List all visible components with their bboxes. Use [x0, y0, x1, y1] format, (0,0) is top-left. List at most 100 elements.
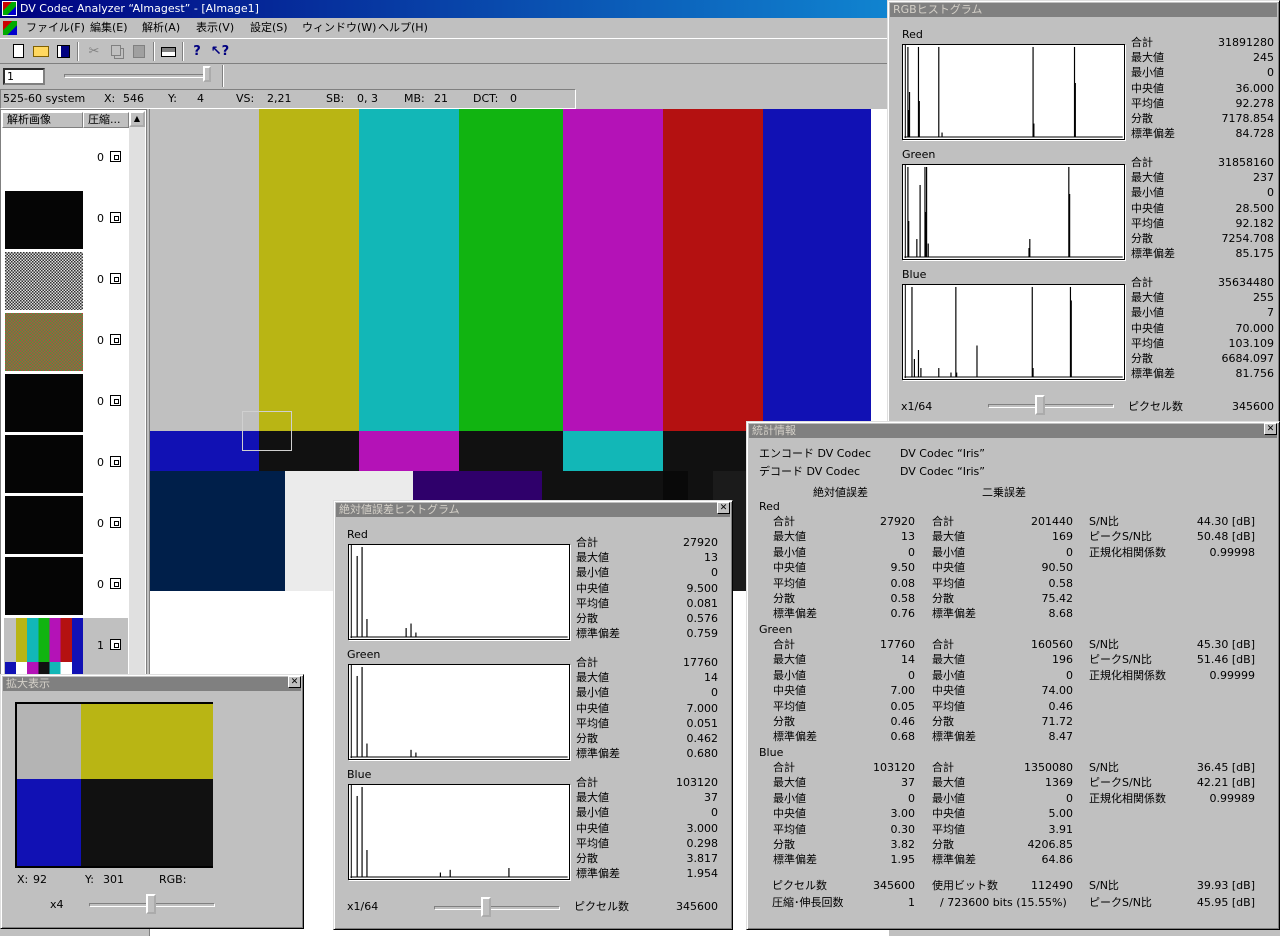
abs-stat-label: 標準偏差: [773, 607, 817, 621]
zoom-window-title: 拡大表示: [3, 677, 301, 691]
compression-count: 0: [97, 517, 104, 530]
zoom-close-icon[interactable]: ✕: [288, 676, 301, 688]
rgb_hist-stat-value: 36.000: [1235, 81, 1275, 95]
abs-error-close-icon[interactable]: ✕: [717, 502, 730, 514]
abs_hist-stat-value: 7.000: [686, 701, 719, 715]
context-help-icon[interactable]: ↖?: [210, 42, 230, 61]
rgb_hist-stat-label: 中央値: [1131, 201, 1164, 215]
scroll-up-icon[interactable]: ▲: [129, 111, 145, 127]
print-icon[interactable]: [158, 42, 178, 61]
row-checkbox-icon[interactable]: [110, 273, 121, 284]
menu-file[interactable]: ファイル(F): [26, 20, 85, 36]
abs_hist-stat-label: 平均値: [576, 716, 609, 730]
sq-stat-value: 0: [1066, 791, 1073, 805]
statistics-title: 統計情報: [749, 424, 1277, 438]
row-checkbox-icon[interactable]: [110, 151, 121, 162]
abs_hist-channel-name: Blue: [347, 768, 372, 781]
abs-stat-value: 0.46: [890, 715, 916, 728]
toolbar: ✂ ? ↖?: [0, 38, 888, 64]
menu-view[interactable]: 表示(V): [196, 20, 234, 36]
row-checkbox-icon[interactable]: [110, 395, 121, 406]
snr-label: S/N比: [1089, 638, 1119, 651]
menu-edit[interactable]: 編集(E): [90, 20, 128, 36]
stats-channel-name: Green: [759, 623, 793, 636]
list-item[interactable]: 1: [4, 618, 128, 674]
document-menu-icon[interactable]: [3, 21, 17, 35]
row-checkbox-icon[interactable]: [110, 639, 121, 650]
frame-slider-thumb[interactable]: [203, 66, 211, 82]
sq-stat-value: 71.72: [1041, 715, 1074, 728]
statistics-close-icon[interactable]: ✕: [1264, 423, 1277, 435]
new-file-icon[interactable]: [8, 42, 28, 61]
abs_hist-stat-label: 分散: [576, 612, 598, 625]
zoom-selection-box[interactable]: [242, 411, 292, 451]
rgb_hist-histogram-plot: [902, 164, 1125, 260]
row-checkbox-icon[interactable]: [110, 517, 121, 528]
footer-compression-label: 圧縮･伸長回数: [772, 896, 844, 909]
list-item[interactable]: 0: [4, 374, 128, 435]
abs-error-histogram-title: 絶対値誤差ヒストグラム: [336, 503, 730, 517]
cursor-status-bar: 525-60 system X: 546 Y: 4 VS: 2,21 SB: 0…: [0, 89, 576, 109]
abs-pixel-label: ピクセル数: [574, 900, 629, 913]
list-item[interactable]: 0: [4, 191, 128, 252]
rgb_hist-stat-value: 92.278: [1235, 96, 1275, 110]
row-checkbox-icon[interactable]: [110, 456, 121, 467]
abs_hist-stat-label: 中央値: [576, 581, 609, 595]
abs-scale-slider-track[interactable]: [434, 906, 560, 910]
toolbar-separator: [222, 65, 224, 87]
abs-stat-value: 0: [908, 545, 915, 559]
cut-icon[interactable]: ✂: [84, 42, 104, 61]
abs_hist-histogram-plot: [348, 544, 570, 640]
rgb-scale-slider-track[interactable]: [988, 404, 1114, 408]
sq-stat-label: 中央値: [932, 684, 965, 698]
list-item[interactable]: 0: [4, 435, 128, 496]
abs-scale-label: x1/64: [347, 900, 379, 913]
sq-stat-label: 分散: [932, 592, 954, 605]
help-icon[interactable]: ?: [187, 42, 207, 61]
list-header-image[interactable]: 解析画像: [2, 112, 83, 128]
list-item[interactable]: 0: [4, 130, 128, 191]
menu-window[interactable]: ウィンドウ(W): [302, 20, 376, 36]
sq-stat-label: 標準偏差: [932, 730, 976, 744]
snr-label: S/N比: [1089, 515, 1119, 528]
open-folder-icon[interactable]: [31, 42, 51, 61]
row-checkbox-icon[interactable]: [110, 212, 121, 223]
abs-stat-label: 平均値: [773, 699, 806, 713]
sq-stat-label: 中央値: [932, 807, 965, 821]
list-header-compression[interactable]: 圧縮...: [83, 112, 129, 128]
footer-psnr-value: 45.95 [dB]: [1196, 896, 1255, 909]
sq-stat-label: 標準偏差: [932, 853, 976, 867]
sq-stat-value: 1369: [1045, 776, 1073, 790]
image-thumbnail: [5, 252, 83, 310]
menu-help[interactable]: ヘルプ(H): [378, 20, 428, 36]
paste-icon[interactable]: [129, 42, 149, 61]
row-checkbox-icon[interactable]: [110, 578, 121, 589]
rgb_hist-channel-name: Red: [902, 28, 923, 41]
list-item[interactable]: 0: [4, 557, 128, 618]
list-scrollbar[interactable]: [129, 111, 145, 674]
list-item[interactable]: 0: [4, 313, 128, 374]
list-item[interactable]: 0: [4, 252, 128, 313]
abs-stat-label: 合計: [773, 638, 795, 651]
sq-stat-label: 最大値: [932, 776, 965, 790]
frame-number-input[interactable]: 1: [3, 68, 45, 85]
frame-slider-track[interactable]: [64, 74, 210, 78]
menu-settings[interactable]: 設定(S): [250, 20, 288, 36]
zoom-slider-thumb[interactable]: [146, 894, 156, 914]
sq-stat-label: 最小値: [932, 791, 965, 805]
menu-analyze[interactable]: 解析(A): [142, 20, 180, 36]
rgb-scale-slider-thumb[interactable]: [1035, 395, 1045, 415]
snr-value: 36.45 [dB]: [1196, 761, 1255, 774]
abs_hist-stat-value: 27920: [683, 536, 718, 549]
copy-icon[interactable]: [106, 42, 126, 61]
abs_hist-stat-value: 3.000: [686, 821, 719, 835]
abs-stat-label: 分散: [773, 838, 795, 851]
abs-scale-slider-thumb[interactable]: [481, 897, 491, 917]
abs-stat-value: 0.30: [890, 822, 916, 836]
row-checkbox-icon[interactable]: [110, 334, 121, 345]
save-icon[interactable]: [53, 42, 73, 61]
color-bar: [663, 109, 763, 431]
list-item[interactable]: 0: [4, 496, 128, 557]
stats-channel-name: Blue: [759, 746, 784, 759]
abs-stat-label: 標準偏差: [773, 730, 817, 744]
